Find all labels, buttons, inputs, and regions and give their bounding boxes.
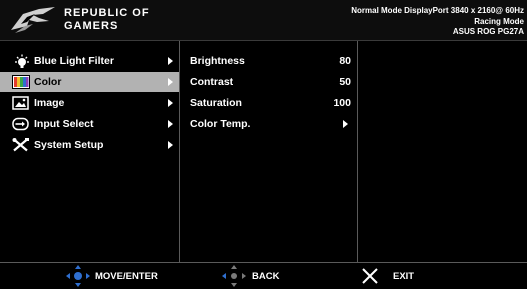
chevron-right-icon [168,99,173,107]
submenu-item-color-temp[interactable]: Color Temp. [180,114,357,134]
submenu-item-contrast[interactable]: Contrast 50 [180,72,357,92]
chevron-right-icon [168,78,173,86]
menu-item-system-setup[interactable]: System Setup [0,135,179,155]
menu-item-label: Color [34,76,62,88]
footer-bar: MOVE/ENTER BACK EXIT [0,262,527,289]
menu-item-input-select[interactable]: Input Select [0,114,179,134]
back-nav-icon [222,265,246,287]
submenu-item-label: Saturation [190,97,242,109]
submenu-item-value: 100 [333,97,351,109]
move-enter-label: MOVE/ENTER [95,271,158,282]
submenu-item-saturation[interactable]: Saturation 100 [180,93,357,113]
color-submenu: Brightness 80 Contrast 50 Saturation 100… [180,41,358,262]
five-way-nav-icon [66,265,90,287]
wrench-screwdriver-icon [12,138,29,152]
submenu-item-value: 80 [339,55,351,67]
detail-panel [358,41,527,262]
submenu-item-label: Color Temp. [190,118,251,130]
osd-window: REPUBLIC OF GAMERS Normal Mode DisplayPo… [0,0,527,289]
submenu-item-brightness[interactable]: Brightness 80 [180,51,357,71]
menu-item-blue-light-filter[interactable]: Blue Light Filter [0,51,179,71]
close-icon [362,268,378,284]
status-mode-line: Normal Mode DisplayPort 3840 x 2160@ 60H… [351,6,524,15]
brand-name: REPUBLIC OF GAMERS [64,7,150,33]
exit-label: EXIT [393,271,415,282]
image-icon [12,96,29,110]
menu-item-color[interactable]: Color [0,72,179,92]
submenu-item-value: 50 [339,76,351,88]
menu-item-label: System Setup [34,139,104,151]
menu-item-label: Blue Light Filter [34,55,114,67]
status-model-line: ASUS ROG PG27A [452,27,524,36]
status-preset-line: Racing Mode [474,16,524,26]
move-enter-button[interactable]: MOVE/ENTER [66,263,176,289]
brand-line-2: GAMERS [64,20,119,32]
brand-line-1: REPUBLIC OF [64,7,150,19]
chevron-right-icon [168,120,173,128]
main-menu: Blue Light Filter Color Image Input Sele… [0,41,180,262]
menu-item-label: Image [34,97,65,109]
input-select-icon [12,117,29,131]
chevron-right-icon [343,120,348,128]
back-label: BACK [252,271,280,282]
menu-item-image[interactable]: Image [0,93,179,113]
chevron-right-icon [168,141,173,149]
chevron-right-icon [168,57,173,65]
header-bar: REPUBLIC OF GAMERS Normal Mode DisplayPo… [0,0,527,41]
status-info: Normal Mode DisplayPort 3840 x 2160@ 60H… [304,6,524,38]
exit-button[interactable]: EXIT [361,263,421,289]
rog-logo-icon [11,7,55,33]
submenu-item-label: Contrast [190,76,234,88]
color-palette-icon [12,75,30,89]
submenu-item-label: Brightness [190,55,245,67]
menu-item-label: Input Select [34,118,94,130]
back-button[interactable]: BACK [222,263,292,289]
light-bulb-icon [15,54,29,68]
